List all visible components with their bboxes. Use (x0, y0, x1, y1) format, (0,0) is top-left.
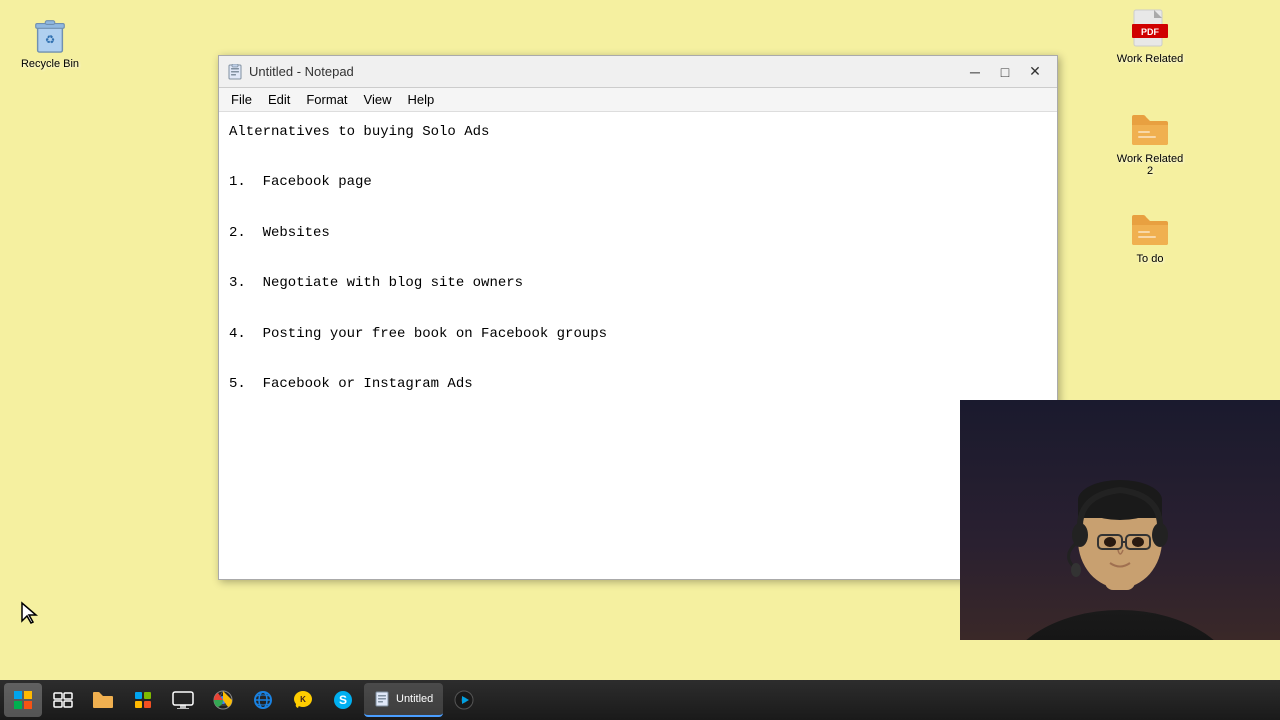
store-button[interactable] (124, 683, 162, 717)
notepad-menubar: File Edit Format View Help (219, 88, 1057, 112)
task-view-button[interactable] (44, 683, 82, 717)
titlebar-controls: ─ □ ✕ (961, 61, 1049, 83)
webcam-overlay (960, 400, 1280, 640)
menu-view[interactable]: View (356, 90, 400, 109)
notepad-title: Untitled - Notepad (249, 64, 354, 79)
close-button[interactable]: ✕ (1021, 61, 1049, 83)
menu-help[interactable]: Help (399, 90, 442, 109)
todo-label: To do (1137, 253, 1164, 265)
minimize-button[interactable]: ─ (961, 61, 989, 83)
svg-text:S: S (339, 693, 347, 707)
notepad-taskbar-button[interactable]: Untitled (364, 683, 443, 717)
notepad-icon (227, 64, 243, 80)
talk-button[interactable]: K (284, 683, 322, 717)
ie-button[interactable] (244, 683, 282, 717)
work-related-label: Work Related (1117, 53, 1183, 65)
start-button[interactable] (4, 683, 42, 717)
menu-edit[interactable]: Edit (260, 90, 298, 109)
mouse-cursor (20, 601, 40, 625)
svg-text:K: K (300, 695, 306, 704)
notepad-taskbar-label: Untitled (396, 693, 433, 705)
notepad-textarea[interactable] (219, 112, 1057, 579)
desktop: ♻ Recycle Bin PDF Work Related (0, 0, 1280, 680)
menu-file[interactable]: File (223, 90, 260, 109)
webcam-video (960, 400, 1280, 640)
taskbar: K S Untitled (0, 680, 1280, 720)
svg-text:PDF: PDF (1141, 27, 1160, 37)
work-related-2-label: Work Related 2 (1114, 153, 1186, 177)
chrome-button[interactable] (204, 683, 242, 717)
media-button[interactable] (445, 683, 483, 717)
skype-button[interactable]: S (324, 683, 362, 717)
maximize-button[interactable]: □ (991, 61, 1019, 83)
recycle-bin-icon[interactable]: ♻ Recycle Bin (10, 10, 90, 74)
menu-format[interactable]: Format (298, 90, 355, 109)
monitor-button[interactable] (164, 683, 202, 717)
work-related-2-icon[interactable]: Work Related 2 (1110, 105, 1190, 181)
file-explorer-button[interactable] (84, 683, 122, 717)
notepad-titlebar: Untitled - Notepad ─ □ ✕ (219, 56, 1057, 88)
svg-text:♻: ♻ (45, 35, 55, 47)
recycle-bin-label: Recycle Bin (21, 58, 79, 70)
work-related-icon[interactable]: PDF Work Related (1110, 5, 1190, 69)
todo-icon[interactable]: To do (1110, 205, 1190, 269)
notepad-window: Untitled - Notepad ─ □ ✕ File Edit Forma… (218, 55, 1058, 580)
